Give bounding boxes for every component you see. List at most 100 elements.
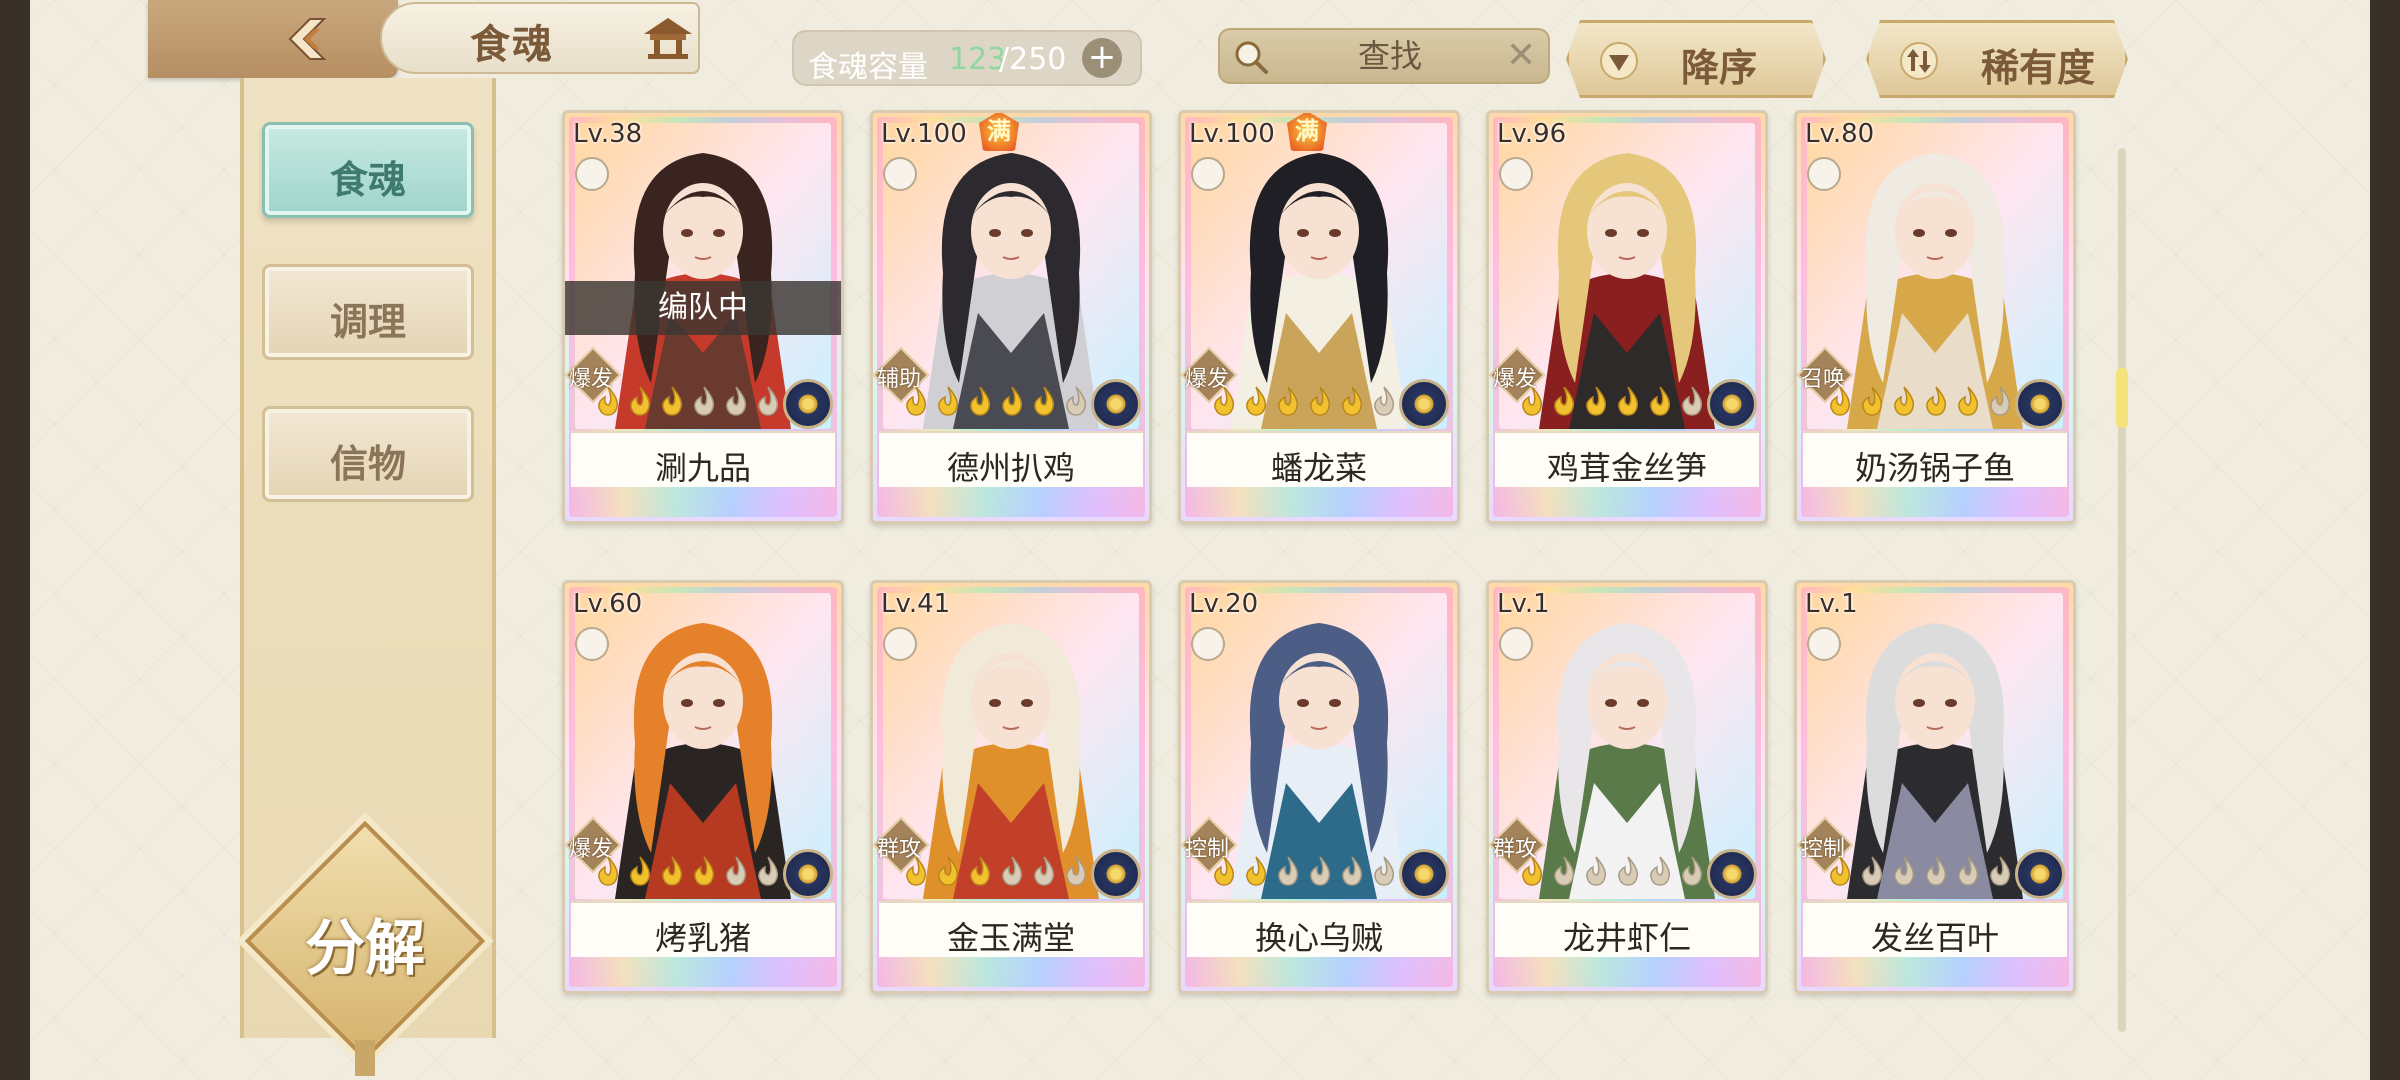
flame-empty-icon: [1034, 856, 1055, 886]
flame-filled-icon: [906, 386, 927, 416]
decompose-label: 分解: [305, 914, 425, 984]
star-rating: [1825, 385, 2015, 423]
flame-filled-icon: [1926, 386, 1947, 416]
character-name: 发丝百叶: [1870, 919, 1999, 957]
flame-filled-icon: [1310, 386, 1331, 416]
name-plate: 涮九品: [571, 431, 835, 487]
sidebar-item-label: 食魂: [329, 157, 406, 202]
flame-empty-icon: [1894, 856, 1915, 886]
element-icon: [2015, 849, 2065, 899]
flame-empty-icon: [1926, 856, 1947, 886]
star-rating: [593, 855, 783, 893]
name-plate: 发丝百叶: [1803, 901, 2067, 957]
flame-filled-icon: [970, 856, 991, 886]
character-name: 金玉满堂: [946, 919, 1075, 957]
level-label: Lv.41: [881, 589, 951, 619]
in-team-banner: 编队中: [565, 281, 841, 335]
flame-filled-icon: [1246, 386, 1267, 416]
star-rating: [1209, 385, 1399, 423]
scrollbar-thumb[interactable]: [2116, 368, 2128, 428]
level-label: Lv.20: [1189, 589, 1259, 619]
flame-empty-icon: [1554, 856, 1575, 886]
food-soul-card[interactable]: Lv.41 群攻 金玉满堂: [870, 580, 1152, 994]
flame-filled-icon: [1278, 386, 1299, 416]
element-icon: [1707, 849, 1757, 899]
flame-empty-icon: [1618, 856, 1639, 886]
character-name: 鸡茸金丝笋: [1546, 449, 1707, 487]
sidebar-item-label: 调理: [329, 299, 406, 344]
sort-order-button[interactable]: 降序: [1566, 20, 1826, 98]
element-icon: [1707, 379, 1757, 429]
flame-filled-icon: [1554, 386, 1575, 416]
bowl-icon: [1191, 627, 1225, 661]
food-soul-card[interactable]: Lv.100 满辅助 德州扒鸡: [870, 110, 1152, 524]
pavilion-icon[interactable]: [640, 14, 696, 62]
flame-empty-icon: [1066, 386, 1087, 416]
food-soul-card[interactable]: Lv.1 控制 发丝百叶: [1794, 580, 2076, 994]
name-plate: 金玉满堂: [879, 901, 1143, 957]
capacity-display: 食魂容量 123 /250 +: [792, 30, 1142, 86]
flame-filled-icon: [662, 856, 683, 886]
scrollbar-track[interactable]: [2118, 148, 2126, 1032]
flame-filled-icon: [1214, 386, 1235, 416]
name-plate: 鸡茸金丝笋: [1495, 431, 1759, 487]
bowl-icon: [1191, 157, 1225, 191]
flame-empty-icon: [1682, 856, 1703, 886]
name-plate: 德州扒鸡: [879, 431, 1143, 487]
sidebar-item-food-souls[interactable]: 食魂: [262, 122, 474, 218]
level-label: Lv.1: [1497, 589, 1550, 619]
sort-order-label: 降序: [1681, 45, 1758, 90]
bowl-icon: [1499, 157, 1533, 191]
close-icon[interactable]: ✕: [1506, 36, 1536, 76]
sort-arrows-icon: [1899, 41, 1939, 81]
food-soul-card[interactable]: Lv.60 爆发 烤乳猪: [562, 580, 844, 994]
flame-empty-icon: [1990, 386, 2011, 416]
capacity-label: 食魂容量: [808, 50, 928, 85]
star-rating: [1825, 855, 2015, 893]
star-rating: [1517, 385, 1707, 423]
flame-filled-icon: [1586, 386, 1607, 416]
element-icon: [1399, 849, 1449, 899]
bowl-icon: [575, 157, 609, 191]
level-label: Lv.80: [1805, 119, 1875, 149]
sidebar-item-tokens[interactable]: 信物: [262, 406, 474, 502]
sort-by-button[interactable]: 稀有度: [1866, 20, 2128, 98]
expand-capacity-button[interactable]: +: [1082, 38, 1122, 78]
food-soul-card[interactable]: Lv.20 控制 换心乌贼: [1178, 580, 1460, 994]
bowl-icon: [1807, 627, 1841, 661]
element-icon: [783, 849, 833, 899]
search-box[interactable]: ✕: [1218, 28, 1550, 84]
bowl-icon: [883, 627, 917, 661]
flame-filled-icon: [970, 386, 991, 416]
level-label: Lv.60: [573, 589, 643, 619]
flame-filled-icon: [938, 386, 959, 416]
element-icon: [1091, 379, 1141, 429]
flame-empty-icon: [1586, 856, 1607, 886]
flame-empty-icon: [1682, 386, 1703, 416]
food-soul-card[interactable]: Lv.96 爆发 鸡茸金丝笋: [1486, 110, 1768, 524]
back-button-bg[interactable]: [148, 0, 398, 78]
character-name: 龙井虾仁: [1562, 919, 1691, 957]
flame-empty-icon: [1650, 856, 1671, 886]
bowl-icon: [1499, 627, 1533, 661]
screen-edge: [2370, 0, 2400, 1080]
sidebar-item-cooking[interactable]: 调理: [262, 264, 474, 360]
flame-empty-icon: [1862, 856, 1883, 886]
flame-empty-icon: [694, 386, 715, 416]
food-soul-card[interactable]: Lv.100 满爆发 蟠龙菜: [1178, 110, 1460, 524]
flame-filled-icon: [1522, 386, 1543, 416]
search-input[interactable]: [1290, 36, 1490, 76]
back-arrow-icon[interactable]: [280, 12, 334, 66]
flame-filled-icon: [1214, 856, 1235, 886]
food-soul-card[interactable]: Lv.1 群攻 龙井虾仁: [1486, 580, 1768, 994]
triangle-down-icon: [1599, 41, 1639, 81]
flame-filled-icon: [938, 856, 959, 886]
flame-filled-icon: [1862, 386, 1883, 416]
food-soul-card[interactable]: Lv.38 编队中 爆发 涮九品: [562, 110, 844, 524]
level-label: Lv.96: [1497, 119, 1567, 149]
name-plate: 烤乳猪: [571, 901, 835, 957]
game-screen: 食魂 食魂容量 123 /250 + ✕ 降序: [0, 0, 2400, 1080]
food-soul-card[interactable]: Lv.80 召唤 奶汤锅子鱼: [1794, 110, 2076, 524]
flame-filled-icon: [1002, 386, 1023, 416]
flame-filled-icon: [1894, 386, 1915, 416]
